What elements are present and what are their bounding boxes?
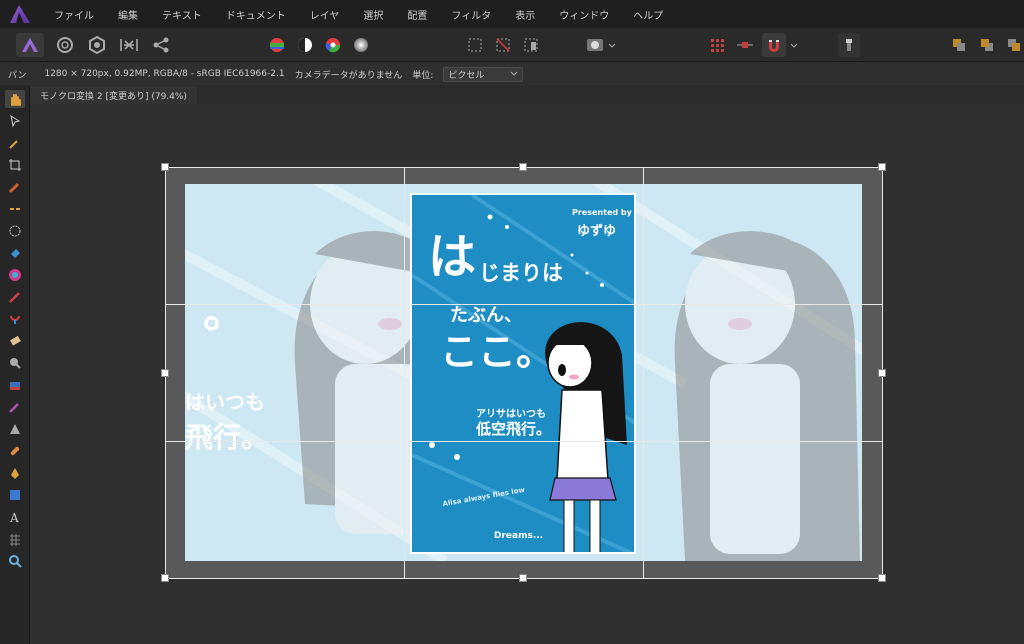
liquify-persona-icon[interactable] (52, 33, 78, 57)
quick-mask-icon[interactable] (584, 33, 606, 57)
camera-info: カメラデータがありません (294, 70, 403, 81)
crop-handle-bottom[interactable] (519, 574, 527, 582)
marquee-tool-icon[interactable] (5, 222, 25, 240)
arrange-back-icon[interactable] (948, 33, 970, 57)
levels-icon[interactable] (266, 33, 288, 57)
marquee-selection-icon[interactable] (464, 33, 486, 57)
move-tool-icon[interactable] (5, 112, 25, 130)
crop-handle-right[interactable] (878, 369, 886, 377)
crop-handle-bottom-left[interactable] (161, 574, 169, 582)
menu-view[interactable]: 表示 (503, 7, 547, 22)
invert-selection-icon[interactable] (520, 33, 542, 57)
main-toolbar (0, 28, 1024, 62)
grid-icon[interactable] (706, 33, 728, 57)
dodge-tool-icon[interactable] (5, 354, 25, 372)
black-white-icon[interactable] (294, 33, 316, 57)
menu-help[interactable]: ヘルプ (621, 7, 675, 22)
arrange-front-icon[interactable] (1004, 33, 1024, 57)
crop-handle-top[interactable] (519, 163, 527, 171)
poster-author: ゆずゆ (577, 224, 617, 239)
menu-select[interactable]: 選択 (351, 7, 395, 22)
menu-edit[interactable]: 編集 (106, 7, 150, 22)
crop-grid-horizontal-1 (165, 304, 883, 305)
tools-panel: A (0, 86, 30, 644)
crop-grid-horizontal-2 (165, 441, 883, 442)
menu-layer[interactable]: レイヤ (298, 7, 352, 22)
menu-window[interactable]: ウィンドウ (547, 7, 621, 22)
color-wheel-tool-icon[interactable] (5, 266, 25, 284)
ghost-text-hikou: 飛行。 (185, 421, 270, 454)
flood-fill-icon[interactable] (5, 244, 25, 262)
white-balance-icon[interactable] (350, 33, 372, 57)
poster-line3: ここ。 (440, 330, 555, 374)
menu-filters[interactable]: フィルタ (439, 7, 503, 22)
document-tab[interactable]: モノクロ変換 2 [変更あり] (79.4%) (30, 86, 197, 104)
menu-bar: ファイル 編集 テキスト ドキュメント レイヤ 選択 配置 フィルタ 表示 ウィ… (0, 0, 1024, 28)
crop-handle-bottom-right[interactable] (878, 574, 886, 582)
poster-title-rest: じまりは (479, 261, 563, 285)
ghost-text-maru: 。 (203, 287, 247, 338)
color-wheel-icon[interactable] (322, 33, 344, 57)
photo-persona-icon[interactable] (16, 33, 44, 57)
unit-dropdown[interactable]: ピクセル (443, 66, 524, 82)
paint-brush-icon[interactable] (5, 288, 25, 306)
tool-name: パン (8, 70, 27, 81)
chevron-down-icon (511, 71, 518, 76)
assistant-icon[interactable] (838, 33, 860, 57)
sharpen-tool-icon[interactable] (5, 420, 25, 438)
crop-tool-icon[interactable] (5, 156, 25, 174)
poster-title-big: は (428, 229, 477, 285)
crop-handle-top-right[interactable] (878, 163, 886, 171)
zoom-tool-icon[interactable] (5, 552, 25, 570)
crop-grid-vertical-2 (643, 167, 644, 579)
color-picker-icon[interactable] (5, 134, 25, 152)
crop-handle-left[interactable] (161, 369, 169, 377)
crop-grid-vertical-1 (404, 167, 405, 579)
menu-document[interactable]: ドキュメント (214, 7, 298, 22)
affinity-photo-logo-icon[interactable] (10, 5, 30, 23)
crop-handle-top-left[interactable] (161, 163, 169, 171)
unit-label: 単位: (412, 70, 434, 81)
clone-brush-icon[interactable] (5, 310, 25, 328)
poster-subtitle-2: 低空飛行。 (476, 420, 552, 438)
snapping-magnet-icon[interactable] (762, 33, 786, 57)
text-tool-icon[interactable]: A (5, 508, 25, 526)
menu-arrange[interactable]: 配置 (395, 7, 439, 22)
poster-presented-by: Presented by (572, 208, 632, 217)
poster-image: Presented by ゆずゆ は じまりは たぶん、 ここ。 アリサはいつも… (410, 193, 636, 554)
eraser-icon[interactable] (5, 332, 25, 350)
tone-mapping-persona-icon[interactable] (116, 33, 142, 57)
export-persona-icon[interactable] (148, 33, 174, 57)
ghost-text-itsumo: はいつも (185, 390, 265, 414)
pen-tool-icon[interactable] (5, 464, 25, 482)
snapping-chevron-down-icon[interactable] (789, 33, 799, 57)
document-info: 1280 × 720px, 0.92MP, RGBA/8 - sRGB IEC6… (44, 69, 285, 79)
arrange-forward-icon[interactable] (976, 33, 998, 57)
unit-value: ピクセル (448, 70, 485, 81)
smudge-tool-icon[interactable] (5, 398, 25, 416)
deselect-icon[interactable] (492, 33, 514, 57)
svg-text:A: A (9, 511, 19, 524)
snap-guides-icon[interactable] (734, 33, 756, 57)
context-toolbar: パン 1280 × 720px, 0.92MP, RGBA/8 - sRGB I… (0, 63, 1024, 85)
menu-text[interactable]: テキスト (150, 7, 214, 22)
hand-tool-icon[interactable] (5, 90, 25, 108)
sponge-tool-icon[interactable] (5, 376, 25, 394)
rectangle-tool-icon[interactable] (5, 486, 25, 504)
healing-brush-icon[interactable] (5, 442, 25, 460)
poster-dreams: Dreams... (494, 531, 544, 541)
chevron-down-icon[interactable] (607, 33, 617, 57)
menu-file[interactable]: ファイル (42, 7, 106, 22)
mesh-warp-icon[interactable] (5, 530, 25, 548)
selection-brush-icon[interactable] (5, 178, 25, 196)
flood-select-icon[interactable] (5, 200, 25, 218)
develop-persona-icon[interactable] (84, 33, 110, 57)
